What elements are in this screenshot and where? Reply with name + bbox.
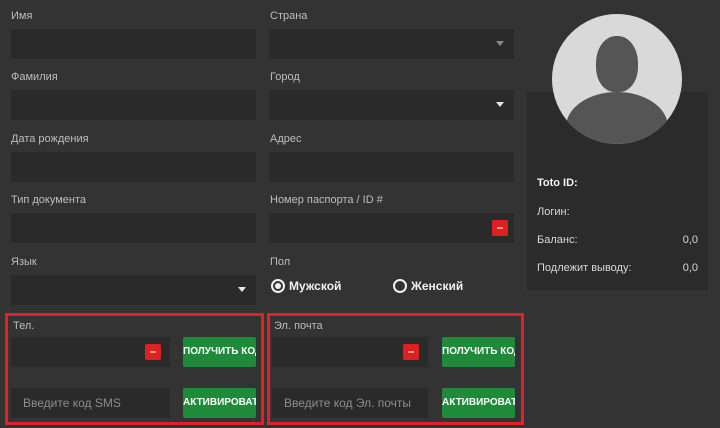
email-input[interactable] — [272, 337, 428, 367]
passport-input[interactable] — [269, 213, 514, 243]
avatar-icon — [552, 14, 682, 144]
warning-icon — [492, 220, 508, 236]
phone-label: Тел. — [13, 320, 35, 332]
warning-icon — [403, 344, 419, 360]
email-activate-button[interactable]: АКТИВИРОВАТЬ — [442, 388, 515, 418]
gender-female-option[interactable]: Женский — [393, 279, 463, 293]
language-select[interactable] — [11, 275, 256, 305]
country-label: Страна — [270, 10, 308, 22]
toto-id-label: Toto ID: — [537, 177, 578, 189]
dob-label: Дата рождения — [11, 133, 89, 145]
balance-label: Баланс: — [537, 234, 578, 246]
chevron-down-icon — [496, 41, 504, 46]
balance-value: 0,0 — [682, 234, 698, 246]
city-select[interactable] — [269, 90, 514, 120]
country-select[interactable] — [269, 29, 514, 59]
chevron-down-icon — [496, 102, 504, 107]
phone-get-code-button[interactable]: ПОЛУЧИТЬ КОД — [183, 337, 256, 367]
language-label: Язык — [11, 256, 37, 268]
warning-icon — [145, 344, 161, 360]
address-input[interactable] — [269, 152, 514, 182]
sms-code-input[interactable]: Введите код SMS — [11, 388, 170, 418]
doc-type-input[interactable] — [11, 213, 256, 243]
withdraw-value: 0,0 — [682, 262, 698, 274]
withdraw-label: Подлежит выводу: — [537, 262, 632, 274]
radio-unchecked-icon[interactable] — [393, 279, 407, 293]
email-get-code-button[interactable]: ПОЛУЧИТЬ КОД — [442, 337, 515, 367]
gender-male-label: Мужской — [289, 279, 342, 293]
last-name-label: Фамилия — [11, 71, 58, 83]
chevron-down-icon — [238, 287, 246, 292]
gender-label: Пол — [270, 256, 291, 268]
doc-type-label: Тип документа — [11, 194, 87, 206]
address-label: Адрес — [270, 133, 302, 145]
email-label: Эл. почта — [274, 320, 323, 332]
passport-label: Номер паспорта / ID # — [270, 194, 383, 206]
first-name-input[interactable] — [11, 29, 256, 59]
phone-input[interactable] — [11, 337, 170, 367]
phone-activate-button[interactable]: АКТИВИРОВАТЬ — [183, 388, 256, 418]
city-label: Город — [270, 71, 300, 83]
email-code-input[interactable]: Введите код Эл. почты — [272, 388, 428, 418]
first-name-label: Имя — [11, 10, 33, 22]
gender-male-option[interactable]: Мужской — [271, 279, 341, 293]
gender-female-label: Женский — [411, 279, 464, 293]
dob-input[interactable] — [11, 152, 256, 182]
radio-checked-icon[interactable] — [271, 279, 285, 293]
last-name-input[interactable] — [11, 90, 256, 120]
login-label: Логин: — [537, 206, 570, 218]
